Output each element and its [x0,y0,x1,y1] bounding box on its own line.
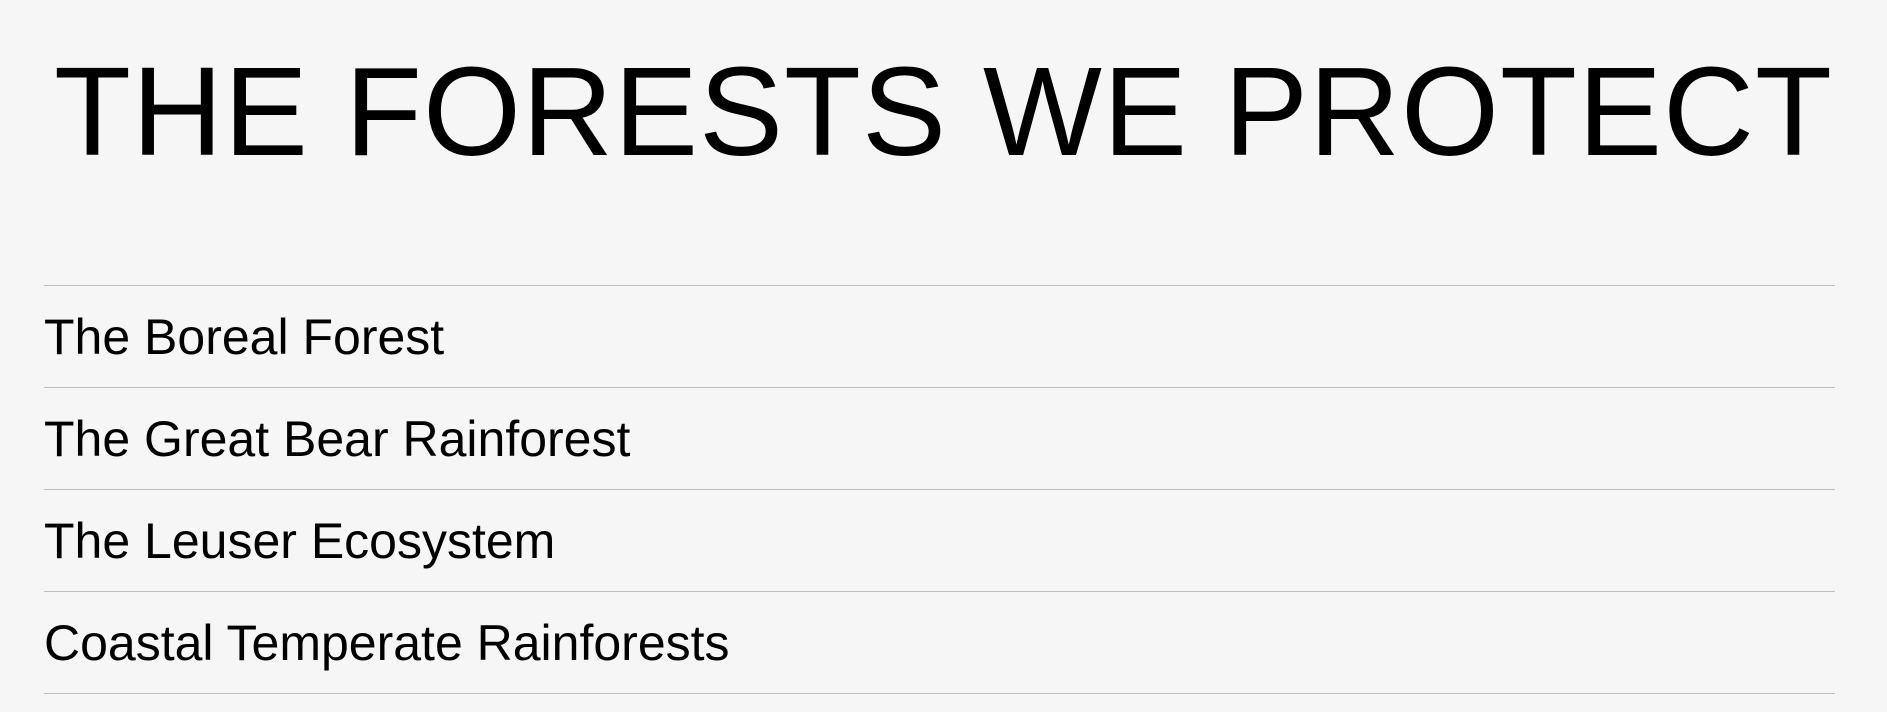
forest-link-leuser-ecosystem[interactable]: The Leuser Ecosystem [44,511,555,571]
forest-link-boreal-forest[interactable]: The Boreal Forest [44,307,444,367]
forest-link-coastal-temperate-rainforests[interactable]: Coastal Temperate Rainforests [44,613,730,673]
page: THE FORESTS WE PROTECT The Boreal Forest… [0,0,1887,712]
list-item-coastal-temperate-rainforests[interactable]: Coastal Temperate Rainforests [44,592,1835,694]
page-title: THE FORESTS WE PROTECT [53,41,1834,182]
forest-list: The Boreal Forest The Great Bear Rainfor… [44,285,1835,694]
forest-link-great-bear-rainforest[interactable]: The Great Bear Rainforest [44,409,630,469]
list-item-boreal-forest[interactable]: The Boreal Forest [44,286,1835,388]
list-item-great-bear-rainforest[interactable]: The Great Bear Rainforest [44,388,1835,490]
list-item-leuser-ecosystem[interactable]: The Leuser Ecosystem [44,490,1835,592]
